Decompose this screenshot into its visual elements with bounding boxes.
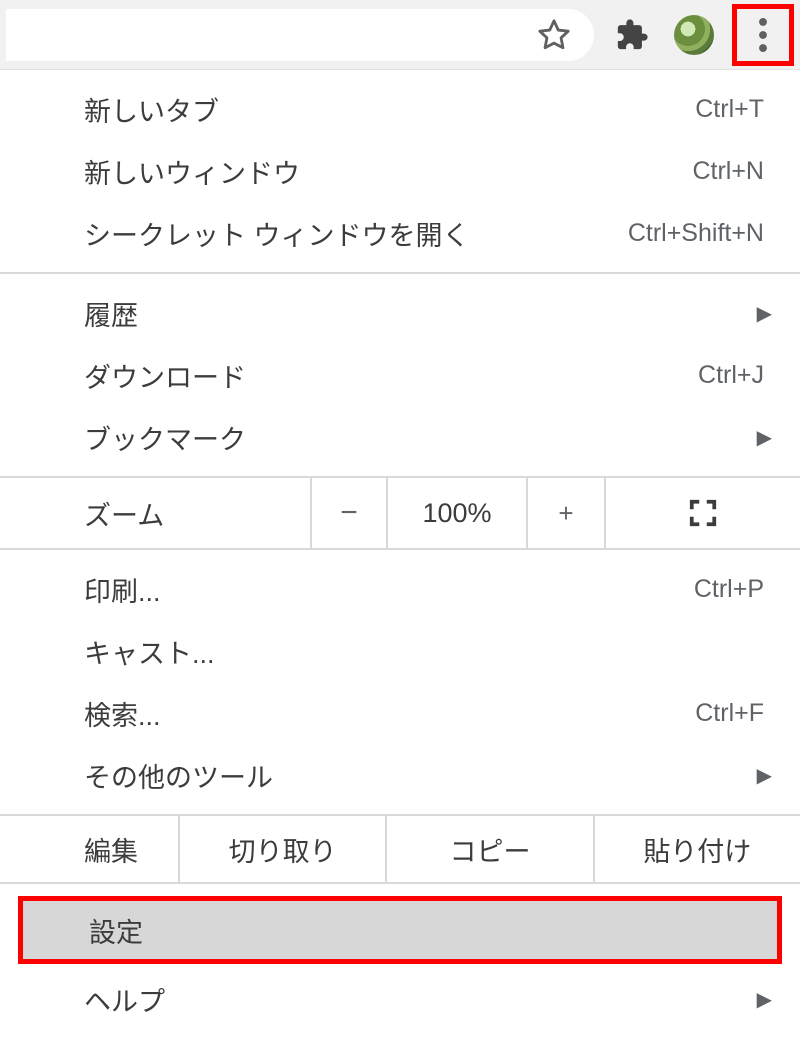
more-menu-highlight [732,4,794,66]
zoom-out-button[interactable]: − [312,478,388,548]
menu-item-downloads[interactable]: ダウンロード Ctrl+J [0,344,800,406]
menu-item-new-window[interactable]: 新しいウィンドウ Ctrl+N [0,140,800,202]
menu-item-shortcut: Ctrl+P [694,575,764,604]
zoom-label: ズーム [0,478,312,548]
menu-section-history: 履歴 ▶ ダウンロード Ctrl+J ブックマーク ▶ [0,274,800,478]
menu-item-label: 設定 [89,911,749,950]
menu-item-history[interactable]: 履歴 ▶ [0,282,800,344]
paste-button[interactable]: 貼り付け [595,816,800,882]
fullscreen-button[interactable] [604,478,800,548]
menu-item-label: 印刷... [84,570,694,609]
menu-item-shortcut: Ctrl+N [692,157,764,186]
edit-row: 編集 切り取り コピー 貼り付け [0,816,800,882]
menu-item-print[interactable]: 印刷... Ctrl+P [0,558,800,620]
zoom-in-button[interactable]: + [528,478,604,548]
menu-item-find[interactable]: 検索... Ctrl+F [0,682,800,744]
menu-section-tabs: 新しいタブ Ctrl+T 新しいウィンドウ Ctrl+N シークレット ウィンド… [0,70,800,274]
menu-item-bookmarks[interactable]: ブックマーク ▶ [0,406,800,468]
menu-item-shortcut: Ctrl+J [698,361,764,390]
menu-item-new-tab[interactable]: 新しいタブ Ctrl+T [0,78,800,140]
menu-item-label: 新しいタブ [84,90,695,129]
menu-section-tools: 印刷... Ctrl+P キャスト... 検索... Ctrl+F その他のツー… [0,550,800,816]
submenu-arrow-icon: ▶ [754,425,772,450]
cut-button[interactable]: 切り取り [180,816,387,882]
submenu-arrow-icon: ▶ [754,763,772,788]
menu-item-label: シークレット ウィンドウを開く [84,214,628,253]
settings-highlight: 設定 [18,896,782,964]
menu-item-label: 新しいウィンドウ [84,152,692,191]
menu-item-shortcut: Ctrl+F [695,699,764,728]
profile-avatar[interactable] [670,11,718,59]
menu-item-incognito[interactable]: シークレット ウィンドウを開く Ctrl+Shift+N [0,202,800,264]
menu-item-settings[interactable]: 設定 [23,901,777,959]
zoom-value: 100% [388,478,528,548]
menu-item-help[interactable]: ヘルプ ▶ [0,968,800,1030]
star-icon[interactable] [530,11,578,59]
puzzle-icon[interactable] [608,11,656,59]
menu-item-more-tools[interactable]: その他のツール ▶ [0,744,800,806]
edit-label: 編集 [0,816,180,882]
menu-item-shortcut: Ctrl+Shift+N [628,219,764,248]
omnibox[interactable] [6,9,594,61]
menu-item-label: キャスト... [84,632,772,671]
submenu-arrow-icon: ▶ [754,301,772,326]
menu-section-edit: 編集 切り取り コピー 貼り付け [0,816,800,884]
menu-item-label: 履歴 [84,294,754,333]
menu-item-label: ブックマーク [84,418,754,457]
submenu-arrow-icon: ▶ [754,987,772,1012]
menu-section-settings: 設定 ヘルプ ▶ [0,884,800,1030]
more-vert-icon[interactable] [739,11,787,59]
menu-item-label: ダウンロード [84,356,698,395]
toolbar-icons [608,4,794,66]
menu-item-label: ヘルプ [84,980,754,1019]
chrome-menu: 新しいタブ Ctrl+T 新しいウィンドウ Ctrl+N シークレット ウィンド… [0,70,800,1030]
menu-item-shortcut: Ctrl+T [695,95,764,124]
menu-item-label: その他のツール [84,756,754,795]
menu-item-label: 検索... [84,694,695,733]
copy-button[interactable]: コピー [387,816,594,882]
menu-item-cast[interactable]: キャスト... [0,620,800,682]
menu-section-zoom: ズーム − 100% + [0,478,800,550]
browser-toolbar [0,0,800,70]
zoom-row: ズーム − 100% + [0,478,800,548]
